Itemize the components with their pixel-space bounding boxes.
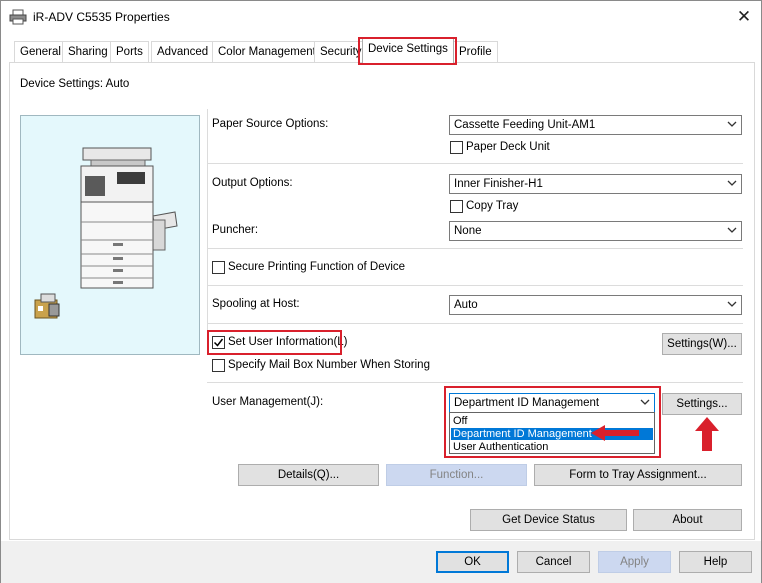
chevron-down-icon — [727, 227, 737, 233]
user-management-select[interactable]: Department ID Management — [449, 393, 655, 413]
set-user-info-label: Set User Information(L) — [228, 336, 348, 348]
separator — [207, 382, 743, 383]
settings-w-button[interactable]: Settings(W)... — [662, 333, 742, 355]
separator — [207, 285, 743, 286]
puncher-value: None — [454, 225, 482, 237]
paper-deck-label: Paper Deck Unit — [466, 141, 550, 153]
user-management-label: User Management(J): — [212, 396, 324, 408]
form-to-tray-button[interactable]: Form to Tray Assignment... — [534, 464, 742, 486]
tab-ports[interactable]: Ports — [110, 41, 149, 62]
title-bar: iR-ADV C5535 Properties ✕ — [1, 1, 761, 33]
tab-color-management[interactable]: Color Management — [212, 41, 322, 62]
red-arrow-left-icon — [591, 425, 639, 441]
output-options-select[interactable]: Inner Finisher-H1 — [449, 174, 742, 194]
chevron-down-icon — [727, 180, 737, 186]
help-button[interactable]: Help — [679, 551, 752, 573]
secure-printing-checkbox[interactable] — [212, 261, 225, 274]
tab-device-settings[interactable]: Device Settings — [362, 38, 454, 64]
tab-advanced[interactable]: Advanced — [151, 41, 215, 62]
apply-button[interactable]: Apply — [598, 551, 671, 573]
window-title: iR-ADV C5535 Properties — [33, 10, 170, 24]
ok-button[interactable]: OK — [436, 551, 509, 573]
vertical-separator — [207, 109, 208, 349]
details-button[interactable]: Details(Q)... — [238, 464, 379, 486]
output-options-value: Inner Finisher-H1 — [454, 178, 543, 190]
puncher-select[interactable]: None — [449, 221, 742, 241]
copy-tray-checkbox[interactable] — [450, 200, 463, 213]
printer-icon — [9, 9, 27, 25]
dropdown-option-user-authentication[interactable]: User Authentication — [451, 441, 653, 453]
separator — [207, 248, 743, 249]
function-button[interactable]: Function... — [386, 464, 527, 486]
red-arrow-up-icon — [695, 417, 719, 451]
mailbox-checkbox[interactable] — [212, 359, 225, 372]
get-device-status-button[interactable]: Get Device Status — [470, 509, 627, 531]
output-options-label: Output Options: — [212, 177, 293, 189]
tab-sharing[interactable]: Sharing — [62, 41, 114, 62]
paper-source-select[interactable]: Cassette Feeding Unit-AM1 — [449, 115, 742, 135]
device-settings-status: Device Settings: Auto — [20, 78, 130, 90]
puncher-label: Puncher: — [212, 224, 259, 236]
tab-general[interactable]: General — [14, 41, 67, 62]
paper-source-label: Paper Source Options: — [212, 118, 329, 130]
user-management-settings-button[interactable]: Settings... — [662, 393, 742, 415]
secure-printing-label: Secure Printing Function of Device — [228, 261, 406, 273]
about-button[interactable]: About — [633, 509, 742, 531]
set-user-info-checkbox[interactable] — [212, 336, 225, 349]
paper-source-value: Cassette Feeding Unit-AM1 — [454, 119, 596, 131]
user-management-value: Department ID Management — [454, 397, 600, 409]
printer-illustration — [34, 147, 178, 319]
printer-preview — [20, 115, 200, 355]
chevron-down-icon — [727, 121, 737, 127]
separator — [207, 163, 743, 164]
spooling-label: Spooling at Host: — [212, 298, 300, 310]
cancel-button[interactable]: Cancel — [517, 551, 590, 573]
spooling-select[interactable]: Auto — [449, 295, 742, 315]
checkmark-icon — [213, 338, 224, 347]
chevron-down-icon — [727, 301, 737, 307]
copy-tray-label: Copy Tray — [466, 200, 519, 212]
chevron-down-icon — [640, 399, 650, 405]
close-button[interactable]: ✕ — [731, 5, 757, 29]
tab-profile[interactable]: Profile — [453, 41, 498, 62]
mailbox-label: Specify Mail Box Number When Storing — [228, 359, 430, 371]
tab-security[interactable]: Security — [314, 41, 368, 62]
separator — [207, 323, 743, 324]
paper-deck-checkbox[interactable] — [450, 141, 463, 154]
properties-dialog: iR-ADV C5535 Properties ✕ General Sharin… — [0, 0, 762, 583]
spooling-value: Auto — [454, 299, 478, 311]
